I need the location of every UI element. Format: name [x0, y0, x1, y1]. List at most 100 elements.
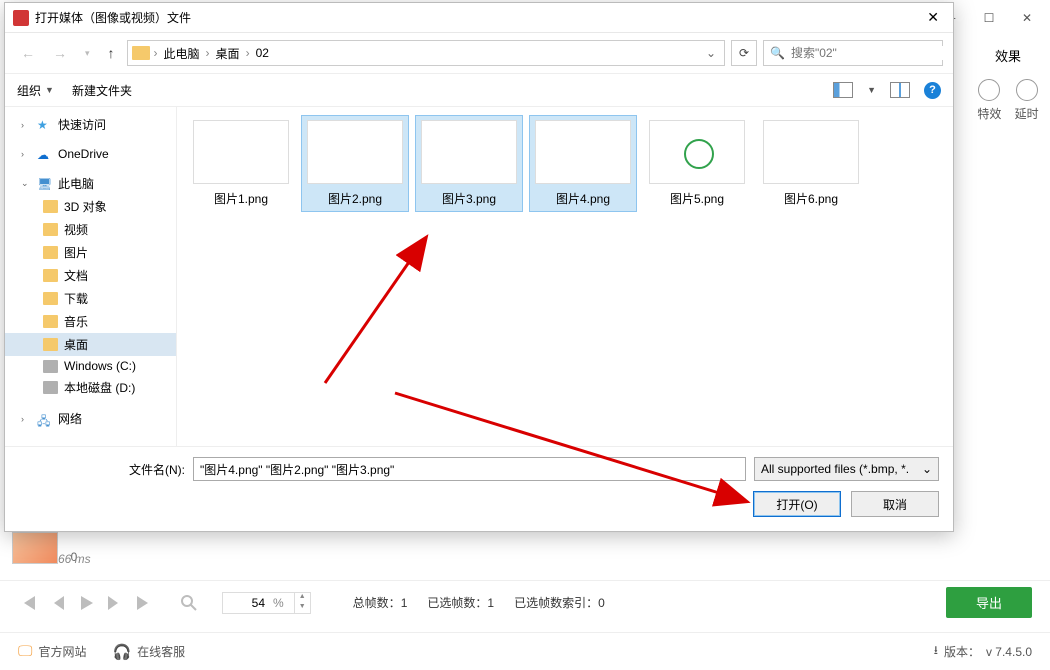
filename-input[interactable]: [193, 457, 746, 481]
file-item[interactable]: 图片4.png: [529, 115, 637, 212]
sidebar-3d-objects[interactable]: 3D 对象: [5, 195, 176, 218]
file-name: 图片5.png: [648, 190, 746, 207]
export-button[interactable]: 导出: [946, 587, 1032, 618]
star-icon: ★: [37, 118, 52, 131]
address-bar[interactable]: › 此电脑 › 桌面 › 02 ⌄: [127, 40, 725, 66]
organize-label: 组织: [17, 82, 41, 99]
file-item[interactable]: 图片2.png: [301, 115, 409, 212]
search-icon: 🔍: [770, 46, 785, 60]
file-thumbnail: [649, 120, 745, 184]
sidebar-desktop[interactable]: 桌面: [5, 333, 176, 356]
filetype-select[interactable]: All supported files (*.bmp, *.⌄: [754, 457, 939, 481]
zoom-down[interactable]: ▼: [295, 603, 310, 613]
nav-forward-button[interactable]: →: [47, 43, 73, 63]
sidebar-item-label: 图片: [64, 244, 88, 261]
effects-title: 效果: [966, 46, 1050, 79]
nav-history-dropdown[interactable]: ▾: [79, 46, 96, 61]
folder-icon: [43, 200, 58, 213]
sidebar-music[interactable]: 音乐: [5, 310, 176, 333]
nav-up-button[interactable]: ↑: [102, 43, 121, 63]
frame-thumbnail[interactable]: [12, 532, 58, 564]
folder-icon: [43, 269, 58, 282]
sparkle-icon: [978, 79, 1000, 101]
file-thumbnail: [193, 120, 289, 184]
headset-icon: 🎧: [112, 643, 131, 661]
effect-delay[interactable]: 延时: [1010, 79, 1044, 122]
support-link[interactable]: 🎧在线客服: [112, 643, 185, 661]
sidebar-item-label: 本地磁盘 (D:): [64, 379, 135, 396]
sidebar-documents[interactable]: 文档: [5, 264, 176, 287]
search-icon[interactable]: [180, 594, 198, 612]
effect-special-label: 特效: [977, 107, 1001, 121]
last-frame-button[interactable]: [134, 594, 154, 612]
search-input[interactable]: [791, 46, 946, 60]
view-dropdown[interactable]: ▼: [867, 85, 876, 95]
sidebar-this-pc[interactable]: ⌄🖥此电脑: [5, 172, 176, 195]
official-site-link[interactable]: 🖵官方网站: [18, 643, 86, 660]
sidebar-item-label: 3D 对象: [64, 198, 107, 215]
sidebar-pictures[interactable]: 图片: [5, 241, 176, 264]
sidebar-drive-d[interactable]: 本地磁盘 (D:): [5, 376, 176, 399]
dialog-close-button[interactable]: ✕: [921, 9, 945, 26]
play-button[interactable]: [78, 594, 94, 612]
next-frame-button[interactable]: [106, 594, 122, 612]
official-site-label: 官方网站: [38, 643, 86, 660]
zoom-up[interactable]: ▲: [295, 593, 310, 603]
sidebar-onedrive[interactable]: ›☁OneDrive: [5, 144, 176, 164]
prev-frame-button[interactable]: [50, 594, 66, 612]
app-footer: 🖵官方网站 🎧在线客服 ⭳版本：v 7.4.5.0: [0, 632, 1050, 670]
close-button[interactable]: ✕: [1012, 6, 1042, 31]
zoom-value[interactable]: [223, 594, 267, 612]
drive-icon: [43, 360, 58, 373]
organize-menu[interactable]: 组织 ▼: [17, 82, 54, 99]
refresh-button[interactable]: ⟳: [731, 40, 757, 66]
breadcrumb-folder[interactable]: 02: [254, 44, 271, 62]
zoom-stepper[interactable]: ▲▼: [294, 593, 310, 613]
view-mode-button[interactable]: [833, 82, 853, 98]
sidebar-quick-access[interactable]: ›★快速访问: [5, 113, 176, 136]
breadcrumb-desktop[interactable]: 桌面: [214, 43, 242, 64]
address-dropdown[interactable]: ⌄: [702, 46, 720, 60]
sidebar-drive-c[interactable]: Windows (C:): [5, 356, 176, 376]
cancel-button[interactable]: 取消: [851, 491, 939, 517]
file-thumbnail: [763, 120, 859, 184]
sidebar-item-label: 音乐: [64, 313, 88, 330]
sidebar-item-label: 桌面: [64, 336, 88, 353]
file-item[interactable]: 图片5.png: [643, 115, 751, 212]
sidebar-videos[interactable]: 视频: [5, 218, 176, 241]
folder-icon: [132, 46, 150, 60]
maximize-button[interactable]: ☐: [974, 6, 1004, 31]
folder-icon: [43, 315, 58, 328]
search-box[interactable]: 🔍: [763, 40, 943, 66]
sidebar-item-label: 网络: [58, 410, 82, 427]
sidebar-downloads[interactable]: 下载: [5, 287, 176, 310]
app-icon: [13, 10, 29, 26]
effect-delay-label: 延时: [1015, 107, 1039, 121]
file-item[interactable]: 图片6.png: [757, 115, 865, 212]
chevron-down-icon: ▼: [45, 85, 54, 95]
file-item[interactable]: 图片1.png: [187, 115, 295, 212]
open-button[interactable]: 打开(O): [753, 491, 841, 517]
file-grid[interactable]: 图片1.png图片2.png 图片3.png 图片4.png 图片5.png 图片6.p…: [177, 107, 953, 446]
clock-icon: [1016, 79, 1038, 101]
first-frame-button[interactable]: [18, 594, 38, 612]
frame-time: 66 ms: [58, 552, 91, 566]
help-button[interactable]: ?: [924, 82, 941, 99]
sidebar-network[interactable]: ›🖧网络: [5, 407, 176, 430]
new-folder-button[interactable]: 新建文件夹: [72, 82, 132, 99]
file-open-dialog: 打开媒体（图像或视频）文件 ✕ ← → ▾ ↑ › 此电脑 › 桌面 › 02 …: [4, 2, 954, 532]
version-info: ⭳版本：v 7.4.5.0: [934, 641, 1032, 662]
nav-back-button[interactable]: ←: [15, 43, 41, 63]
file-name: 图片3.png: [420, 190, 518, 207]
breadcrumb-this-pc[interactable]: 此电脑: [162, 43, 202, 64]
zoom-unit: %: [273, 596, 288, 610]
zoom-input[interactable]: % ▲▼: [222, 592, 311, 614]
preview-pane-button[interactable]: [890, 82, 910, 98]
effects-panel: 效果 特效 延时: [966, 36, 1050, 122]
total-frames-value: 1: [401, 596, 408, 610]
effect-special[interactable]: 特效: [972, 79, 1006, 122]
sidebar-item-label: 文档: [64, 267, 88, 284]
file-item[interactable]: 图片3.png: [415, 115, 523, 212]
dialog-body: ›★快速访问 ›☁OneDrive ⌄🖥此电脑 3D 对象 视频 图片 文档 下…: [5, 107, 953, 446]
dialog-nav: ← → ▾ ↑ › 此电脑 › 桌面 › 02 ⌄ ⟳ 🔍: [5, 33, 953, 73]
